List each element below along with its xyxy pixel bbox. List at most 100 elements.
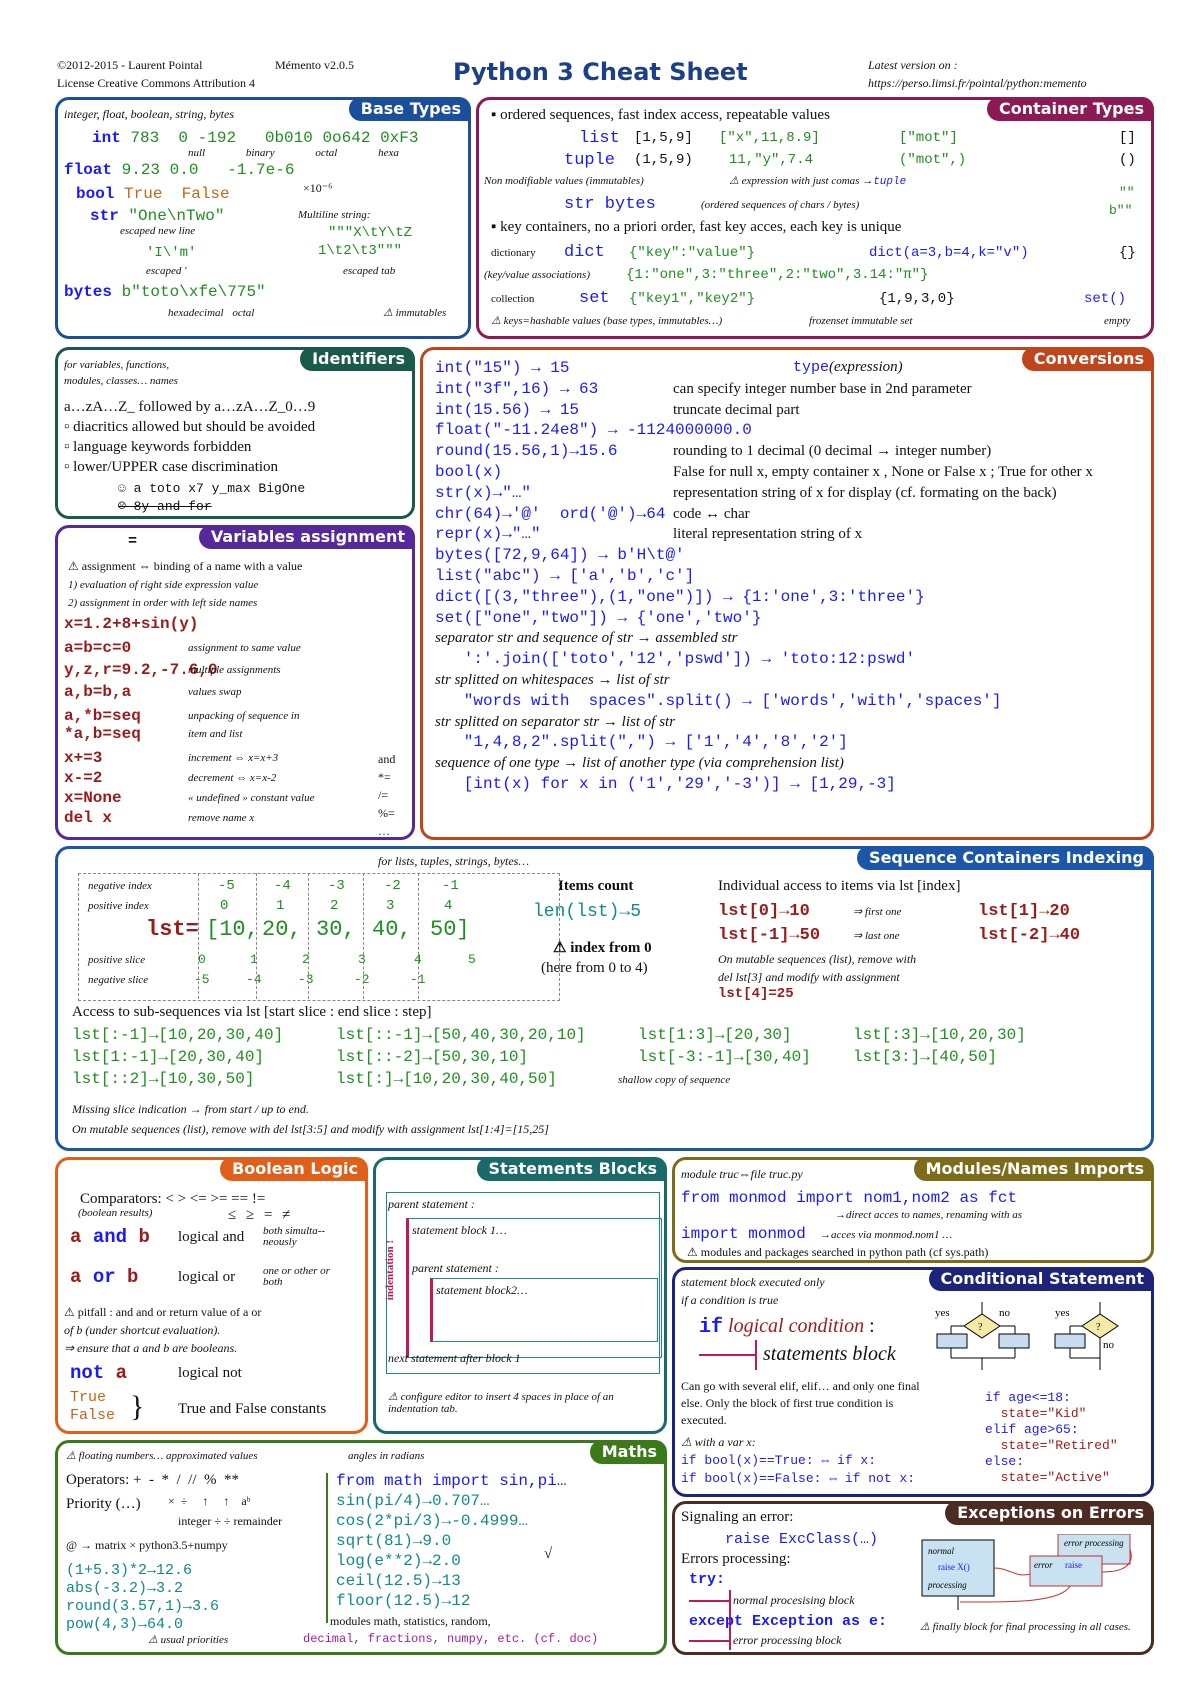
grid-divider: [308, 873, 309, 999]
list-keyword: list: [579, 129, 620, 148]
identifiers-sub1: for variables, functions,: [64, 359, 170, 371]
math-function: sin(pi/4)→0.707…: [336, 1492, 490, 1510]
int-values: 783 0 -192 0b010 0o642 0xF3: [130, 129, 419, 147]
grid-divider: [363, 873, 364, 999]
set-example1: {"key1","key2"}: [629, 291, 756, 307]
cond-example-line: state="Retired": [985, 1438, 1118, 1453]
bool-values: True False: [124, 185, 230, 203]
grid-divider: [256, 873, 257, 999]
slice-example: lst[3:]→[40,50]: [853, 1048, 998, 1066]
slice-example: lst[:3]→[10,20,30]: [853, 1026, 1026, 1044]
error-block: error processing block: [733, 1633, 842, 1647]
immutables-note: ⚠ immutables: [383, 307, 447, 319]
slice-example: lst[::-2]→[50,30,10]: [336, 1048, 529, 1066]
math-function: cos(2*pi/3)→-0.4999…: [336, 1512, 529, 1530]
matrix-note: @ → matrix × python3.5+numpy: [66, 1538, 228, 1552]
identifier-bullet-3: ▫ lower/UPPER case discrimination: [64, 459, 279, 475]
exception-flow-diagram: normal raise X() processing error proces…: [921, 1534, 1132, 1610]
negative-slice: -3: [298, 972, 314, 987]
identifiers-sub2: modules, classes… names: [64, 375, 178, 387]
expr-commas-note: ⚠ expression with just comas →: [729, 175, 874, 187]
access-via-note: →acces via monmod.nom1 …: [820, 1229, 952, 1241]
svg-text:raise: raise: [1065, 1560, 1082, 1570]
negative-index: -2: [384, 878, 401, 894]
positive-index: 2: [330, 898, 339, 914]
finally-note: ⚠ finally block for final processing in …: [920, 1621, 1131, 1633]
sequence-indexing-title: Sequence Containers Indexing: [857, 846, 1154, 870]
str-value2: 'I\'m': [146, 245, 197, 261]
slice-example: lst[:]→[10,20,30,40,50]: [336, 1070, 557, 1088]
variables-panel: Variables assignment = ⚠ assignment ⇔ bi…: [55, 525, 415, 840]
boolean-results-note: (boolean results): [78, 1207, 153, 1219]
operators: Operators: + - * / // % **: [66, 1472, 240, 1488]
var-code-row: *a,b=seq: [64, 725, 141, 743]
items-count-label: Items count: [558, 878, 634, 894]
conversion-code: chr(64)→'@' ord('@')→64: [435, 504, 666, 523]
conditional-panel: Conditional Statement statement block ex…: [672, 1267, 1154, 1497]
true-constant: True: [70, 1389, 107, 1406]
priority: Priority (…): [66, 1496, 141, 1512]
augmented-ops: and *= /= %= …: [378, 752, 396, 838]
grid-divider: [198, 873, 199, 999]
key-containers-text: ▪ key containers, no a priori order, fas…: [491, 219, 902, 235]
positive-slice-label: positive slice: [88, 954, 146, 966]
lst-label: lst=: [146, 917, 199, 942]
lst-value: [10,: [206, 917, 259, 942]
base-types-subtitle: integer, float, boolean, string, bytes: [64, 107, 234, 121]
escaped-newline-note: escaped new line: [120, 225, 196, 237]
dict-assoc-note: (key/value associations): [484, 269, 590, 281]
collection-label: collection: [491, 293, 535, 305]
dict-keyword: dict: [564, 243, 605, 262]
with-var-note: ⚠ with a var x:: [681, 1435, 756, 1449]
access-first-note: ⇒ first one: [853, 906, 902, 918]
lst-value: 20,: [262, 917, 302, 942]
direct-access-note: →direct acces to names, renaming with as: [835, 1209, 1023, 1221]
negative-index: -5: [218, 878, 235, 894]
latest-label: Latest version on :: [868, 58, 958, 72]
binding-note: ⚠ assignment ⇔ binding of a name with a …: [68, 559, 303, 573]
conversion-code: int("15") → 15: [435, 359, 570, 377]
svg-text:error: error: [1034, 1560, 1053, 1570]
conditional-title: Conditional Statement: [928, 1267, 1154, 1291]
var-code-row: x-=2: [64, 769, 103, 787]
constants-text: True and False constants: [178, 1401, 327, 1417]
conversion-note: code ↔ char: [673, 505, 750, 522]
conversions-panel: Conversions typetype(expression)(express…: [420, 347, 1154, 840]
latest-url[interactable]: https://perso.limsi.fr/pointal/python:me…: [868, 76, 1087, 91]
negative-slice: -4: [246, 972, 262, 987]
raise-statement: raise ExcClass(…): [725, 1531, 879, 1548]
list-example3: ["mot"]: [899, 130, 958, 146]
lst-value: 40,: [372, 917, 412, 942]
svg-text:?: ?: [978, 1322, 983, 1333]
bool-keyword: bool: [76, 185, 115, 203]
positive-index: 4: [444, 898, 453, 914]
conversion-note: separator str and sequence of str → asse…: [435, 630, 738, 647]
base-types-panel: Base Types integer, float, boolean, stri…: [55, 97, 471, 339]
multiline-line1: """X\tY\tZ: [328, 225, 413, 241]
math-function: floor(12.5)→12: [336, 1592, 471, 1610]
svg-text:error processing: error processing: [1064, 1538, 1124, 1548]
copyright: ©2012-2015 - Laurent Pointal: [57, 58, 203, 72]
svg-text:yes: yes: [935, 1307, 950, 1319]
expr-tuple: tuple: [873, 176, 907, 188]
cond-example-line: state="Active": [985, 1470, 1110, 1485]
modules-title: Modules/Names Imports: [913, 1157, 1154, 1181]
sqrt-icon: √: [544, 1546, 553, 1562]
from-import: from monmod import nom1,nom2 as fct: [681, 1189, 1018, 1207]
angles-note: angles in radians: [348, 1450, 425, 1462]
logical-or-text: logical or: [178, 1269, 236, 1285]
float-keyword: float: [64, 161, 113, 179]
var-code-row: a=b=c=0: [64, 639, 132, 657]
math-function: from math import sin,pi…: [336, 1472, 567, 1490]
pitfall-line2: of b (under shortcut evaluation).: [64, 1323, 221, 1337]
dict-example3: {1:"one",3:"three",2:"two",3.14:"π"}: [626, 267, 929, 283]
positive-index: 1: [276, 898, 285, 914]
logical-not-text: logical not: [178, 1365, 242, 1381]
slice-example: lst[::2]→[10,30,50]: [72, 1070, 255, 1088]
conditional-sub2: if a condition is true: [681, 1293, 779, 1307]
type-function: type: [793, 359, 830, 376]
int-keyword: int: [92, 129, 121, 147]
var-code-row: x=None: [64, 789, 122, 807]
statements-block-label: statements block: [763, 1343, 896, 1365]
version: Mémento v2.0.5: [275, 58, 354, 72]
